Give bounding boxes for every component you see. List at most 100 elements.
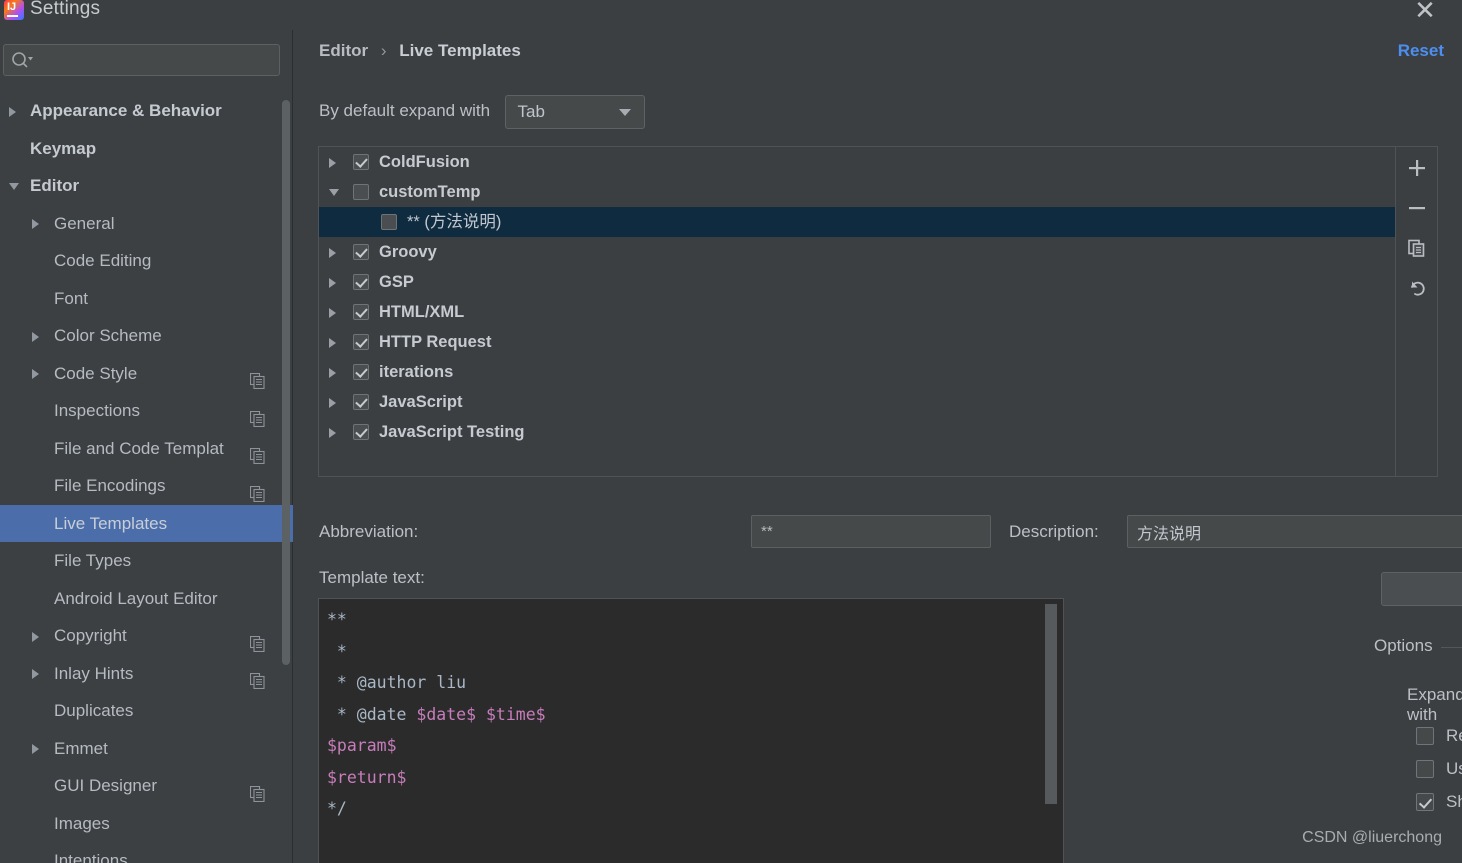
template-name: JavaScript — [379, 393, 463, 411]
sidebar-item-editor[interactable]: Editor — [0, 167, 293, 205]
logo-bar — [7, 15, 18, 17]
copy-settings-icon[interactable] — [249, 778, 265, 802]
template-tree-row[interactable]: ColdFusion — [319, 147, 1410, 177]
template-name: customTemp — [379, 183, 481, 201]
chevron-right-icon[interactable] — [329, 427, 336, 438]
chevron-right-icon[interactable] — [32, 219, 39, 230]
sidebar-item-emmet[interactable]: Emmet — [0, 730, 293, 768]
chevron-right-icon[interactable] — [9, 106, 16, 117]
sidebar-item-color-scheme[interactable]: Color Scheme — [0, 317, 293, 355]
copy-icon — [1408, 239, 1425, 257]
undo-icon — [1411, 281, 1425, 296]
abbreviation-input[interactable] — [751, 515, 991, 548]
default-expand-dropdown[interactable]: Tab — [504, 95, 645, 129]
sidebar-item-inspections[interactable]: Inspections — [0, 392, 293, 430]
chevron-down-icon[interactable] — [329, 189, 339, 196]
remove-template-button[interactable] — [1396, 187, 1438, 227]
reset-link[interactable]: Reset — [1398, 41, 1444, 61]
chevron-right-icon[interactable] — [329, 307, 336, 318]
settings-nav-tree[interactable]: Appearance & Behavior Keymap Editor General… — [0, 92, 293, 863]
sidebar-item-copyright[interactable]: Copyright — [0, 617, 293, 655]
sidebar-item-file-encodings[interactable]: File Encodings — [0, 467, 293, 505]
sidebar-item-keymap[interactable]: Keymap — [0, 130, 293, 168]
template-tree-row[interactable]: HTTP Request — [319, 327, 1410, 357]
sidebar-item-intentions[interactable]: Intentions — [0, 842, 293, 863]
sidebar-item-gui-designer[interactable]: GUI Designer — [0, 767, 293, 805]
option-checkbox[interactable] — [1416, 760, 1434, 778]
template-checkbox[interactable] — [353, 364, 369, 380]
search-box[interactable] — [3, 44, 280, 76]
edit-variables-button[interactable]: Edit variables — [1381, 572, 1462, 606]
sidebar-item-label: Android Layout Editor — [54, 588, 218, 608]
template-tree-row[interactable]: iterations — [319, 357, 1410, 387]
chevron-right-icon[interactable] — [329, 367, 336, 378]
sidebar-item-general[interactable]: General — [0, 205, 293, 243]
sidebar-item-images[interactable]: Images — [0, 805, 293, 843]
template-checkbox[interactable] — [353, 274, 369, 290]
revert-template-button[interactable] — [1396, 267, 1438, 307]
sidebar-item-file-types[interactable]: File Types — [0, 542, 293, 580]
close-icon[interactable]: ✕ — [1410, 0, 1440, 25]
chevron-right-icon[interactable] — [329, 277, 336, 288]
sidebar-item-duplicates[interactable]: Duplicates — [0, 692, 293, 730]
chevron-right-icon[interactable] — [329, 397, 336, 408]
editor-scrollbar-thumb[interactable] — [1045, 604, 1057, 804]
template-tree-row[interactable]: customTemp — [319, 177, 1410, 207]
chevron-down-icon[interactable] — [9, 182, 19, 190]
chevron-right-icon[interactable] — [32, 369, 39, 380]
sidebar-item-label: GUI Designer — [54, 776, 157, 795]
chevron-right-icon[interactable] — [32, 331, 39, 342]
chevron-right-icon[interactable] — [329, 157, 336, 168]
template-checkbox[interactable] — [353, 154, 369, 170]
live-templates-tree[interactable]: ColdFusion customTemp ** (方法说明) Groovy GSP HT… — [319, 147, 1410, 476]
chevron-right-icon[interactable] — [32, 669, 39, 680]
template-tree-row[interactable]: JavaScript Testing — [319, 417, 1410, 447]
sidebar-item-appearance-behavior[interactable]: Appearance & Behavior — [0, 92, 293, 130]
template-checkbox[interactable] — [353, 184, 369, 200]
template-checkbox[interactable] — [353, 424, 369, 440]
add-template-button[interactable] — [1396, 147, 1438, 187]
sidebar-item-inlay-hints[interactable]: Inlay Hints — [0, 655, 293, 693]
chevron-right-icon[interactable] — [32, 631, 39, 642]
template-checkbox[interactable] — [381, 214, 397, 230]
option-checkbox[interactable] — [1416, 727, 1434, 745]
option-checkbox[interactable] — [1416, 793, 1434, 811]
template-tree-row[interactable]: Groovy — [319, 237, 1410, 267]
template-checkbox[interactable] — [353, 244, 369, 260]
template-tree-row[interactable]: JavaScript — [319, 387, 1410, 417]
sidebar-item-code-style[interactable]: Code Style — [0, 355, 293, 393]
copy-settings-icon[interactable] — [249, 628, 265, 652]
breadcrumb-parent[interactable]: Editor — [319, 41, 368, 60]
template-tree-row[interactable]: GSP — [319, 267, 1410, 297]
template-tree-row[interactable]: HTML/XML — [319, 297, 1410, 327]
default-expand-row: By default expand with Tab — [319, 95, 645, 129]
search-input[interactable] — [3, 44, 280, 76]
sidebar-item-file-and-code-templat[interactable]: File and Code Templat — [0, 430, 293, 468]
copy-settings-icon[interactable] — [249, 478, 265, 502]
chevron-right-icon[interactable] — [32, 744, 39, 755]
template-text-content[interactable]: ** * * @author liu * @date $date$ $time$… — [319, 604, 1037, 863]
sidebar-item-code-editing[interactable]: Code Editing — [0, 242, 293, 280]
copy-settings-icon[interactable] — [249, 365, 265, 390]
copy-template-button[interactable] — [1396, 227, 1438, 267]
copy-settings-icon[interactable] — [249, 440, 265, 465]
default-expand-label: By default expand with — [319, 101, 491, 120]
template-tree-row[interactable]: ** (方法说明) — [319, 207, 1410, 237]
sidebar-item-font[interactable]: Font — [0, 280, 293, 318]
copy-settings-icon[interactable] — [249, 403, 265, 427]
sidebar-item-label: Font — [54, 288, 89, 308]
description-input[interactable] — [1127, 515, 1462, 548]
sidebar-scrollbar-thumb[interactable] — [282, 100, 290, 665]
sidebar-item-label: Code Style — [54, 363, 138, 383]
sidebar-item-label: Intentions — [54, 851, 128, 863]
template-checkbox[interactable] — [353, 394, 369, 410]
chevron-right-icon[interactable] — [329, 337, 336, 348]
template-checkbox[interactable] — [353, 304, 369, 320]
code-text: * @author liu — [327, 673, 467, 692]
template-checkbox[interactable] — [353, 334, 369, 350]
copy-settings-icon[interactable] — [249, 665, 265, 690]
sidebar-item-live-templates[interactable]: Live Templates — [0, 504, 293, 542]
template-text-editor[interactable]: ** * * @author liu * @date $date$ $time$… — [318, 598, 1064, 863]
chevron-right-icon[interactable] — [329, 247, 336, 258]
sidebar-item-android-layout-editor[interactable]: Android Layout Editor — [0, 580, 293, 618]
